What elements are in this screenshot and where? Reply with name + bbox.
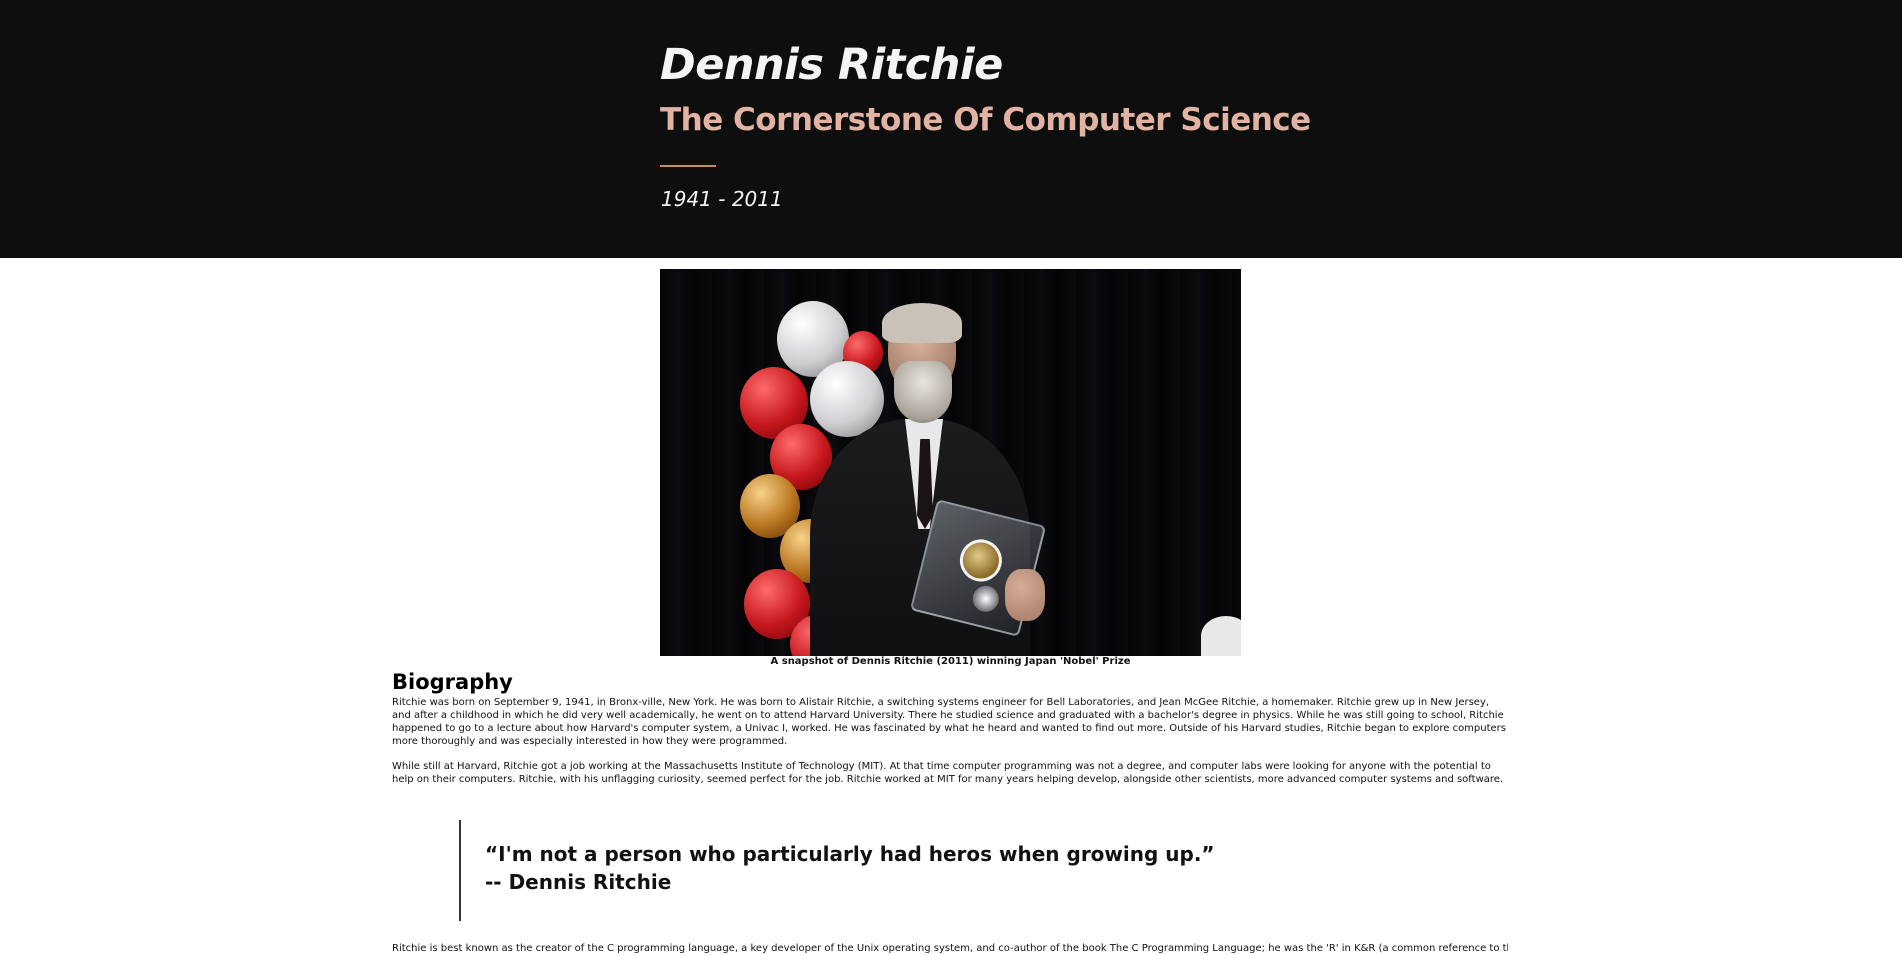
page-subtitle: The Cornerstone Of Computer Science [660,102,1311,138]
biography-paragraph: Ritchie was born on September 9, 1941, i… [392,697,1507,747]
biography-section: Biography Ritchie was born on September … [392,668,1508,798]
page-header: Dennis Ritchie The Cornerstone Of Comput… [0,0,1902,258]
person-hand [1005,569,1045,621]
person-hair [882,303,962,343]
page-title: Dennis Ritchie [660,40,1003,90]
portrait-photo [660,269,1241,656]
person-beard [894,361,952,423]
biography-heading: Biography [392,670,513,694]
quote-author: -- Dennis Ritchie [485,870,672,894]
light-reflection [970,583,1002,615]
life-years: 1941 - 2011 [661,187,783,211]
blockquote: “I'm not a person who particularly had h… [459,820,1259,921]
balloon [810,361,884,437]
photo-caption: A snapshot of Dennis Ritchie (2011) winn… [770,656,1131,667]
biography-paragraph: While still at Harvard, Ritchie got a jo… [392,761,1504,785]
table-cloth [1201,616,1241,656]
award-medal [955,535,1007,586]
quote-text: “I'm not a person who particularly had h… [485,842,1215,866]
header-divider [660,165,716,167]
